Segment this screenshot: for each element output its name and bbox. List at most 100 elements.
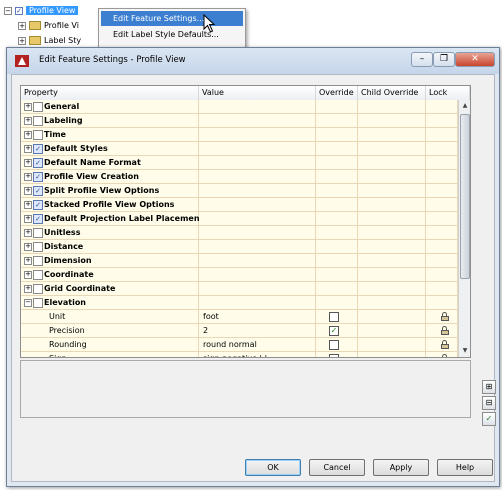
child-override-cell[interactable] — [358, 310, 426, 324]
tree-item-profile-view[interactable]: − ✓ Profile View — [4, 3, 79, 18]
child-override-cell[interactable] — [358, 142, 426, 156]
override-cell[interactable] — [316, 352, 358, 357]
value-cell[interactable] — [199, 198, 316, 212]
child-override-cell[interactable] — [358, 184, 426, 198]
close-button[interactable]: ✕ — [455, 52, 495, 67]
child-override-cell[interactable] — [358, 282, 426, 296]
scrollbar-thumb[interactable] — [460, 114, 470, 279]
expand-icon[interactable]: + — [24, 285, 32, 293]
override-checkbox[interactable] — [329, 340, 339, 350]
override-checkbox[interactable] — [329, 354, 339, 357]
child-override-cell[interactable] — [358, 338, 426, 352]
override-cell[interactable] — [316, 338, 358, 352]
lock-cell[interactable] — [426, 352, 458, 357]
override-checkbox[interactable] — [329, 312, 339, 322]
override-cell[interactable] — [316, 296, 358, 310]
lock-cell[interactable] — [426, 212, 458, 226]
child-override-cell[interactable] — [358, 296, 426, 310]
property-value[interactable]: round normal — [203, 338, 257, 352]
override-cell[interactable] — [316, 212, 358, 226]
expand-icon[interactable]: + — [24, 201, 32, 209]
expand-icon[interactable]: + — [24, 117, 32, 125]
child-override-cell[interactable] — [358, 198, 426, 212]
group-row[interactable]: + Labeling — [21, 114, 470, 128]
lock-cell[interactable] — [426, 198, 458, 212]
lock-cell[interactable] — [426, 184, 458, 198]
cancel-button[interactable]: Cancel — [309, 459, 365, 476]
column-header-override[interactable]: Override — [316, 86, 358, 100]
expand-icon[interactable]: + — [24, 187, 32, 195]
child-override-cell[interactable] — [358, 240, 426, 254]
expand-icon[interactable]: + — [24, 173, 32, 181]
value-cell[interactable] — [199, 212, 316, 226]
column-header-property[interactable]: Property — [21, 86, 199, 100]
expand-icon[interactable]: + — [24, 271, 32, 279]
group-row[interactable]: + Coordinate — [21, 268, 470, 282]
value-cell[interactable]: foot — [199, 310, 316, 324]
expand-icon[interactable]: + — [24, 215, 32, 223]
lock-cell[interactable] — [426, 254, 458, 268]
lock-icon[interactable] — [441, 340, 449, 349]
expand-icon[interactable]: + — [24, 103, 32, 111]
lock-cell[interactable] — [426, 156, 458, 170]
lock-cell[interactable] — [426, 338, 458, 352]
expand-icon[interactable]: + — [24, 257, 32, 265]
override-cell[interactable]: ✓ — [316, 324, 358, 338]
override-cell[interactable] — [316, 240, 358, 254]
override-cell[interactable] — [316, 184, 358, 198]
value-cell[interactable] — [199, 268, 316, 282]
property-row[interactable]: Precision 2 ✓ — [21, 324, 470, 338]
collapse-icon[interactable]: − — [4, 6, 12, 15]
group-row[interactable]: + ✓ Profile View Creation — [21, 170, 470, 184]
minimize-button[interactable]: – — [411, 52, 433, 67]
group-row[interactable]: + Grid Coordinate — [21, 282, 470, 296]
value-cell[interactable] — [199, 240, 316, 254]
value-cell[interactable] — [199, 184, 316, 198]
scroll-down-icon[interactable]: ▼ — [459, 345, 470, 357]
group-row[interactable]: + ✓ Split Profile View Options — [21, 184, 470, 198]
property-row[interactable]: Sign sign negative '-' — [21, 352, 470, 357]
title-bar[interactable]: Edit Feature Settings - Profile View – ❐… — [7, 48, 499, 74]
lock-cell[interactable] — [426, 128, 458, 142]
override-cell[interactable] — [316, 100, 358, 114]
expand-icon[interactable]: + — [24, 145, 32, 153]
override-cell[interactable] — [316, 254, 358, 268]
group-row[interactable]: + ✓ Stacked Profile View Options — [21, 198, 470, 212]
value-cell[interactable]: round normal — [199, 338, 316, 352]
column-header-value[interactable]: Value — [199, 86, 316, 100]
override-cell[interactable] — [316, 282, 358, 296]
lock-cell[interactable] — [426, 310, 458, 324]
expand-icon[interactable]: + — [24, 243, 32, 251]
value-cell[interactable] — [199, 128, 316, 142]
lock-cell[interactable] — [426, 240, 458, 254]
lock-cell[interactable] — [426, 100, 458, 114]
lock-cell[interactable] — [426, 226, 458, 240]
override-cell[interactable] — [316, 198, 358, 212]
expand-all-button[interactable]: ⊞ — [482, 380, 496, 394]
child-override-cell[interactable] — [358, 226, 426, 240]
child-override-cell[interactable] — [358, 324, 426, 338]
child-override-cell[interactable] — [358, 156, 426, 170]
expand-icon[interactable]: + — [18, 36, 26, 45]
override-cell[interactable] — [316, 156, 358, 170]
expand-icon[interactable]: + — [24, 131, 32, 139]
child-override-cell[interactable] — [358, 268, 426, 282]
child-override-cell[interactable] — [358, 254, 426, 268]
override-cell[interactable] — [316, 114, 358, 128]
child-override-cell[interactable] — [358, 100, 426, 114]
child-override-cell[interactable] — [358, 212, 426, 226]
property-row[interactable]: Unit foot — [21, 310, 470, 324]
menu-item-edit-label-style-defaults[interactable]: Edit Label Style Defaults... — [101, 27, 243, 42]
checkmark-icon[interactable]: ✓ — [329, 326, 339, 336]
menu-item-edit-feature-settings[interactable]: Edit Feature Settings... — [101, 11, 243, 26]
group-row[interactable]: + Dimension — [21, 254, 470, 268]
value-cell[interactable]: sign negative '-' — [199, 352, 316, 357]
toggle-description-button[interactable]: ✓ — [482, 412, 496, 426]
override-cell[interactable] — [316, 128, 358, 142]
override-cell[interactable] — [316, 310, 358, 324]
override-cell[interactable] — [316, 268, 358, 282]
value-cell[interactable] — [199, 100, 316, 114]
group-row[interactable]: + ✓ Default Name Format — [21, 156, 470, 170]
column-header-child-override[interactable]: Child Override — [358, 86, 426, 100]
value-cell[interactable] — [199, 142, 316, 156]
